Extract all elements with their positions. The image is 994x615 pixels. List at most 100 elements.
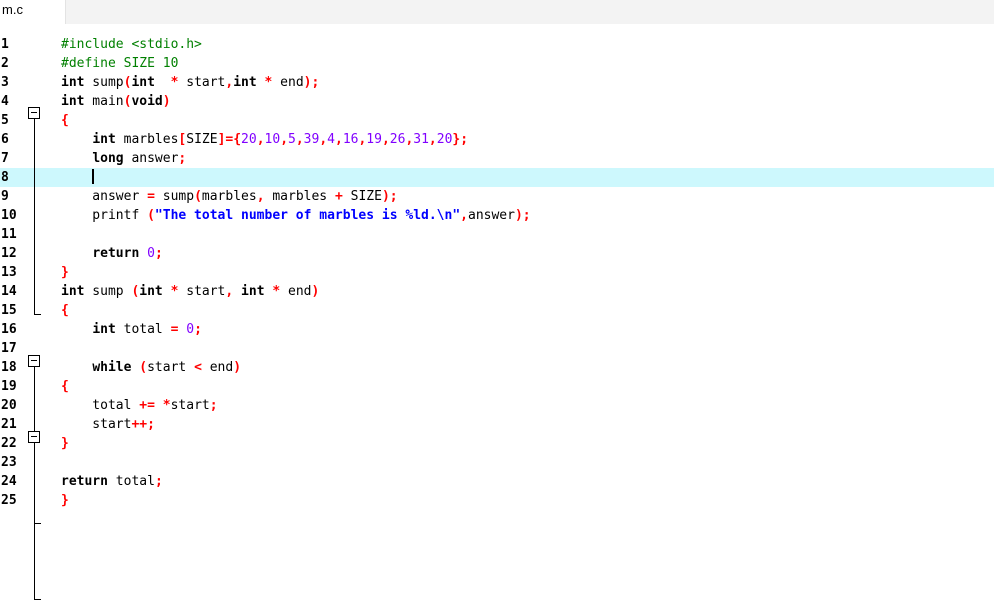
code-token: , — [256, 189, 265, 204]
code-token: = — [147, 189, 155, 204]
code-token: answer — [123, 151, 179, 166]
code-line[interactable]: 23 — [0, 453, 994, 472]
code-text: } — [61, 434, 69, 453]
code-text: long answer; — [61, 149, 186, 168]
code-token: ( — [147, 208, 155, 223]
code-line[interactable]: 2 #define SIZE 10 — [0, 54, 994, 73]
tab-m-c[interactable]: m.c — [0, 0, 66, 24]
line-number: 15 — [1, 303, 17, 318]
code-line[interactable]: 4 int main(void) — [0, 92, 994, 111]
line-number: 11 — [1, 227, 17, 242]
code-token: ) — [233, 360, 242, 375]
code-editor[interactable]: 1 #include <stdio.h> 2 #define SIZE 10 3 int … — [0, 24, 994, 615]
code-line[interactable]: 7 long answer; — [0, 149, 994, 168]
code-line[interactable]: 8 — [0, 168, 994, 187]
line-number: 5 — [1, 113, 9, 128]
code-line[interactable]: 16 int total = 0; — [0, 320, 994, 339]
code-token: 5 — [288, 132, 296, 147]
line-number: 9 — [1, 189, 9, 204]
code-token: , — [460, 208, 468, 223]
code-text: printf ("The total number of marbles is … — [61, 206, 531, 225]
code-token: + — [334, 189, 343, 204]
line-number: 7 — [1, 151, 9, 166]
code-token: #define SIZE 10 — [61, 56, 179, 71]
code-line[interactable]: 25} — [0, 491, 994, 510]
code-token: int — [233, 75, 257, 90]
code-line[interactable]: 10 printf ("The total number of marbles … — [0, 206, 994, 225]
code-token: start — [178, 284, 226, 299]
line-number: 2 — [1, 56, 9, 71]
code-token: end — [201, 360, 234, 375]
code-token: int — [241, 284, 265, 299]
code-token: while — [92, 360, 132, 375]
code-line[interactable]: 13} — [0, 263, 994, 282]
code-token: , — [381, 132, 390, 147]
code-line[interactable]: 22} — [0, 434, 994, 453]
code-token: 26 — [389, 132, 406, 147]
code-line[interactable]: 5{ — [0, 111, 994, 130]
code-token: 20 — [436, 132, 453, 147]
tab-bar: m.c — [0, 0, 994, 25]
code-token: , — [428, 132, 437, 147]
code-token: int — [61, 94, 85, 109]
code-token: total — [61, 398, 140, 413]
code-text: int total = 0; — [61, 320, 202, 339]
fold-line-sump — [34, 367, 35, 600]
code-token: , — [256, 132, 265, 147]
code-token: start — [170, 398, 210, 413]
code-line[interactable]: 3 int sump(int * start,int * end); — [0, 73, 994, 92]
line-number: 1 — [1, 37, 9, 52]
code-line[interactable]: 21 start++; — [0, 415, 994, 434]
code-line[interactable]: 19 { — [0, 377, 994, 396]
fold-toggle-sump[interactable] — [28, 355, 40, 367]
code-token: 20 — [241, 132, 257, 147]
line-number: 24 — [1, 474, 17, 489]
code-line[interactable]: 17 — [0, 339, 994, 358]
code-token: { — [61, 303, 69, 318]
code-token: int — [61, 284, 85, 299]
code-token: 31 — [413, 132, 429, 147]
code-text: int marbles[SIZE]={20,10,5,39,4,16,19,26… — [61, 130, 468, 149]
line-number: 12 — [1, 246, 17, 261]
code-token: end — [272, 75, 304, 90]
code-token: void — [131, 94, 163, 109]
code-token: ; — [154, 246, 163, 261]
code-token: SIZE — [186, 132, 218, 147]
code-line[interactable]: 6 int marbles[SIZE]={20,10,5,39,4,16,19,… — [0, 130, 994, 149]
code-token: } — [61, 436, 69, 451]
code-line[interactable]: 9 answer = sump(marbles, marbles + SIZE)… — [0, 187, 994, 206]
code-line[interactable]: 11 — [0, 225, 994, 244]
code-token: { — [61, 379, 69, 394]
code-token: start — [178, 75, 226, 90]
code-text: while (start < end) — [61, 358, 241, 377]
code-token: ; — [194, 322, 202, 337]
line-number: 20 — [1, 398, 17, 413]
code-token: ( — [139, 360, 148, 375]
fold-toggle-main[interactable] — [28, 107, 40, 119]
code-line[interactable]: 12 return 0; — [0, 244, 994, 263]
code-line[interactable]: 24 return total; — [0, 472, 994, 491]
line-number: 3 — [1, 75, 9, 90]
line-number: 19 — [1, 379, 17, 394]
line-number: 14 — [1, 284, 17, 299]
code-line[interactable]: 18 while (start < end) — [0, 358, 994, 377]
code-token: end — [280, 284, 312, 299]
code-token: ); — [514, 208, 531, 223]
code-token: int — [92, 132, 116, 147]
line-number: 25 — [1, 493, 17, 508]
code-line[interactable]: 1 #include <stdio.h> — [0, 35, 994, 54]
code-line[interactable]: 15 { — [0, 301, 994, 320]
code-text: } — [61, 491, 69, 510]
code-token: 0 — [186, 322, 195, 337]
code-text: int main(void) — [61, 92, 171, 111]
code-line[interactable]: 14 int sump (int * start, int * end) — [0, 282, 994, 301]
code-token: ]={ — [217, 132, 242, 147]
fold-toggle-while[interactable] — [28, 431, 40, 443]
line-number: 22 — [1, 436, 17, 451]
code-token: return — [92, 246, 140, 261]
code-line[interactable]: 20 total += *start; — [0, 396, 994, 415]
